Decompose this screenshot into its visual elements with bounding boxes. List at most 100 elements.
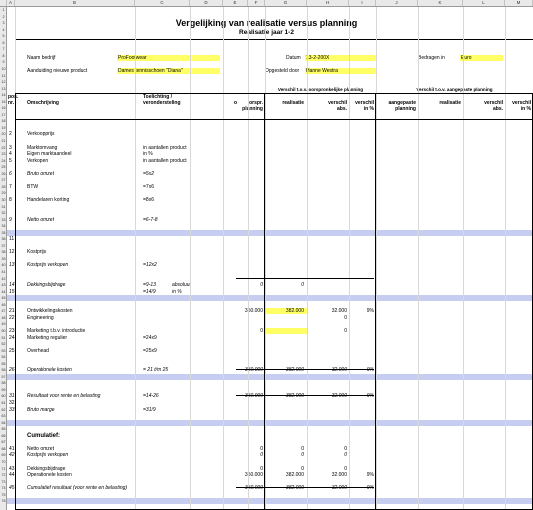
row-number[interactable]: 18 [0,119,7,123]
row-number[interactable]: 63 [0,414,7,418]
row-number[interactable]: 8 [0,54,7,58]
column-header-b[interactable]: B [15,0,135,6]
cell-diff-pct[interactable]: 9% [349,367,374,373]
row-number[interactable]: 47 [0,309,7,313]
row-number[interactable]: 68 [0,447,7,451]
row-number[interactable]: 52 [0,342,7,346]
row-number[interactable]: 73 [0,480,7,484]
row-number[interactable]: 43 [0,283,7,287]
row-number[interactable]: 21 [0,139,7,143]
row-number[interactable]: 60 [0,394,7,398]
row-number[interactable]: 26 [0,172,7,176]
row-number[interactable]: 70 [0,460,7,464]
cell-diff-abs[interactable]: 32.000 [307,367,347,373]
cell-realisation[interactable]: 382.000 [265,472,304,478]
row-number[interactable]: 28 [0,185,7,189]
row-number[interactable]: 34 [0,224,7,228]
row-number[interactable]: 16 [0,106,7,110]
cell-realisation[interactable]: 382.000 [265,367,304,373]
row-number[interactable]: 10 [0,67,7,71]
row-number[interactable]: 67 [0,440,7,444]
row-number[interactable]: 36 [0,237,7,241]
row-number[interactable]: 72 [0,473,7,477]
row-number[interactable]: 53 [0,349,7,353]
select-all-corner[interactable] [0,0,7,6]
row-number[interactable]: 35 [0,231,7,235]
row-number[interactable]: 55 [0,362,7,366]
row-number[interactable]: 9 [0,60,7,64]
cell-realisation[interactable]: 0 [265,452,304,458]
column-header-g[interactable]: G [265,0,307,6]
cell-diff-abs[interactable]: 32.000 [307,308,347,314]
row-number[interactable]: 50 [0,329,7,333]
company-name-field[interactable]: ProFootwear [118,55,147,61]
cell-original-planning[interactable]: 350.000 [236,472,263,478]
column-header-f[interactable]: F [248,0,265,6]
row-number[interactable]: 32 [0,211,7,215]
cell-original-planning[interactable]: 0 [236,328,263,334]
row-number[interactable]: 61 [0,401,7,405]
column-header-j[interactable]: J [376,0,418,6]
cell-realisation[interactable]: 382.000 [265,308,304,314]
cell-diff-abs[interactable]: 0 [307,315,347,321]
prepared-by-field[interactable]: Hanne Westra [306,68,338,74]
cell-diff-pct[interactable]: 9% [349,472,374,478]
row-number[interactable]: 29 [0,191,7,195]
row-number[interactable]: 71 [0,467,7,471]
row-number[interactable]: 48 [0,316,7,320]
row-number[interactable]: 38 [0,250,7,254]
row-number[interactable]: 42 [0,277,7,281]
row-number[interactable]: 74 [0,486,7,490]
row-number[interactable]: 7 [0,47,7,51]
row-number[interactable]: 12 [0,80,7,84]
row-number[interactable]: 66 [0,434,7,438]
row-number[interactable]: 20 [0,132,7,136]
column-header-m[interactable]: M [505,0,533,6]
row-number[interactable]: 11 [0,74,7,78]
column-header-i[interactable]: I [349,0,376,6]
column-header-e[interactable]: E [223,0,248,6]
row-number[interactable]: 13 [0,87,7,91]
row-number[interactable]: 19 [0,126,7,130]
cell-realisation[interactable]: -382.000 [265,393,304,399]
cell-diff-abs[interactable]: -32.000 [307,393,347,399]
row-number[interactable]: 51 [0,336,7,340]
row-number[interactable]: 27 [0,178,7,182]
row-number[interactable]: 41 [0,270,7,274]
cell-realisation[interactable]: -382.000 [265,485,304,491]
row-number[interactable]: 56 [0,368,7,372]
column-header-k[interactable]: K [418,0,463,6]
cell-original-planning[interactable]: -350.000 [236,393,263,399]
cell-diff-abs[interactable]: 0 [307,452,347,458]
row-number[interactable]: 40 [0,263,7,267]
row-number[interactable]: 69 [0,453,7,457]
row-number[interactable]: 45 [0,296,7,300]
cell-original-planning[interactable]: -350.000 [236,485,263,491]
row-number[interactable]: 62 [0,408,7,412]
row-number[interactable]: 6 [0,41,7,45]
row-number[interactable]: 17 [0,113,7,117]
cell-original-planning[interactable]: 0 [236,282,263,288]
row-number[interactable]: 65 [0,427,7,431]
row-number[interactable]: 30 [0,198,7,202]
row-number[interactable]: 1 [0,8,7,12]
row-number[interactable]: 44 [0,290,7,294]
row-number[interactable]: 25 [0,165,7,169]
column-header-h[interactable]: H [307,0,349,6]
row-number[interactable]: 59 [0,388,7,392]
cell-original-planning[interactable]: 0 [236,452,263,458]
cell-realisation[interactable]: 0 [265,282,304,288]
row-number[interactable]: 14 [0,93,7,97]
row-number[interactable]: 64 [0,421,7,425]
row-number[interactable]: 54 [0,355,7,359]
column-header-c[interactable]: C [135,0,190,6]
column-header-a[interactable]: A [7,0,15,6]
row-number[interactable]: 57 [0,375,7,379]
row-number[interactable]: 39 [0,257,7,261]
product-field[interactable]: Dames tennisschoen "Diana" [118,68,183,74]
row-number[interactable]: 23 [0,152,7,156]
column-header-d[interactable]: D [190,0,223,6]
row-number[interactable]: 46 [0,303,7,307]
cell-diff-abs[interactable]: 0 [307,328,347,334]
cell-diff-pct[interactable]: 9% [349,485,374,491]
